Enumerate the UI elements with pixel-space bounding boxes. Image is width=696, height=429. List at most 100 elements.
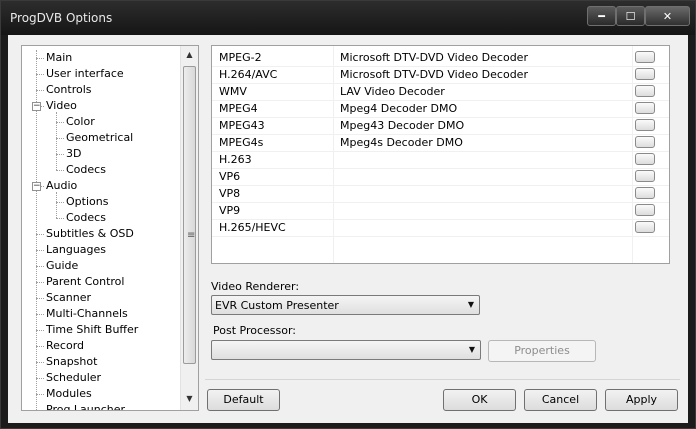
tree-item-record[interactable]: Record [46,338,84,354]
scroll-up-icon[interactable]: ▲ [183,48,196,62]
codec-row[interactable]: MPEG4s Mpeg4s Decoder DMO [212,134,669,152]
codec-settings-button[interactable] [635,170,655,182]
close-icon: ✕ [662,9,673,23]
tree-item-controls[interactable]: Controls [46,82,92,98]
codec-row[interactable]: H.265/HEVC [212,219,669,237]
tree-connector [56,218,64,219]
tree-connector [56,154,64,155]
codec-row[interactable]: VP8 [212,185,669,203]
tree-item-parent-control[interactable]: Parent Control [46,274,124,290]
divider [205,379,680,380]
codec-row[interactable]: H.263 [212,151,669,169]
properties-button[interactable]: Properties [488,340,596,362]
tree-connector [36,282,44,283]
tree-item-modules[interactable]: Modules [46,386,92,402]
scroll-thumb[interactable]: ≡ [183,66,196,364]
options-window: ProgDVB Options ━ ☐ ✕ Main User interface… [0,0,696,429]
codec-name: H.264/AVC [219,68,278,81]
title-bar[interactable]: ProgDVB Options ━ ☐ ✕ [1,1,695,35]
codec-decoder: Mpeg43 Decoder DMO [340,119,465,132]
tree-item-scanner[interactable]: Scanner [46,290,91,306]
video-renderer-combo[interactable]: EVR Custom Presenter ▼ [211,295,480,315]
tree-connector [36,378,44,379]
tree-item-user-interface[interactable]: User interface [46,66,124,82]
tree-item-audio[interactable]: Audio [46,178,77,194]
tree-item-codecs[interactable]: Codecs [66,162,106,178]
codec-row[interactable]: MPEG-2 Microsoft DTV-DVD Video Decoder [212,49,669,67]
tree-connector [36,74,44,75]
codec-settings-button[interactable] [635,119,655,131]
ok-button[interactable]: OK [443,389,516,411]
codec-settings-button[interactable] [635,102,655,114]
tree-item-color[interactable]: Color [66,114,95,130]
codec-row[interactable]: MPEG4 Mpeg4 Decoder DMO [212,100,669,118]
window-title: ProgDVB Options [10,11,113,25]
dialog-body: Main User interface Controls Video − Color Geo… [8,35,688,423]
tree-item-snapshot[interactable]: Snapshot [46,354,97,370]
cancel-button[interactable]: Cancel [524,389,597,411]
tree-connector [36,330,44,331]
maximize-button[interactable]: ☐ [616,6,645,26]
codec-settings-button[interactable] [635,204,655,216]
codec-name: VP9 [219,204,241,217]
codec-settings-button[interactable] [635,85,655,97]
tree-connector [36,298,44,299]
codec-row[interactable]: WMV LAV Video Decoder [212,83,669,101]
scroll-down-icon[interactable]: ▼ [183,392,196,406]
tree-guide [56,192,57,218]
tree-connector [36,58,44,59]
codec-row[interactable]: MPEG43 Mpeg43 Decoder DMO [212,117,669,135]
codec-name: MPEG4 [219,102,258,115]
grip-icon: ≡ [187,230,196,241]
tree-item-subtitles-osd[interactable]: Subtitles & OSD [46,226,134,242]
codec-settings-button[interactable] [635,221,655,233]
codec-settings-button[interactable] [635,68,655,80]
codec-name: MPEG4s [219,136,264,149]
codec-row[interactable]: H.264/AVC Microsoft DTV-DVD Video Decoder [212,66,669,84]
minimize-icon: ━ [598,9,605,23]
codec-settings-button[interactable] [635,51,655,63]
video-renderer-label: Video Renderer: [211,280,300,293]
options-tree[interactable]: Main User interface Controls Video − Color Geo… [21,45,199,411]
codec-settings-button[interactable] [635,187,655,199]
tree-item-3d[interactable]: 3D [66,146,81,162]
tree-connector [36,234,44,235]
tree-connector [36,346,44,347]
tree-item-multi-channels[interactable]: Multi-Channels [46,306,128,322]
codec-name: MPEG43 [219,119,265,132]
tree-item-prog-launcher[interactable]: Prog.Launcher [46,402,125,410]
tree-item-video[interactable]: Video [46,98,77,114]
tree-connector [56,138,64,139]
tree-item-geometrical[interactable]: Geometrical [66,130,133,146]
chevron-down-icon: ▼ [467,300,474,309]
tree-connector [36,362,44,363]
codec-name: H.263 [219,153,252,166]
tree-item-codecs[interactable]: Codecs [66,210,106,226]
codec-settings-button[interactable] [635,153,655,165]
tree-connector [56,122,64,123]
collapse-icon[interactable]: − [32,102,41,111]
tree-scrollbar[interactable]: ▲ ≡ ▼ [180,46,198,410]
close-button[interactable]: ✕ [645,6,690,26]
tree-connector [56,202,64,203]
post-processor-label: Post Processor: [213,324,297,337]
tree-item-guide[interactable]: Guide [46,258,78,274]
tree-connector [36,314,44,315]
post-processor-combo[interactable]: ▼ [211,340,481,360]
video-renderer-value: EVR Custom Presenter [215,299,339,312]
tree-item-languages[interactable]: Languages [46,242,106,258]
codec-row[interactable]: VP6 [212,168,669,186]
tree-item-options[interactable]: Options [66,194,108,210]
tree-item-main[interactable]: Main [46,50,72,66]
codec-settings-button[interactable] [635,136,655,148]
tree-item-time-shift-buffer[interactable]: Time Shift Buffer [46,322,138,338]
collapse-icon[interactable]: − [32,182,41,191]
maximize-icon: ☐ [625,9,636,23]
codec-name: MPEG-2 [219,51,262,64]
apply-button[interactable]: Apply [605,389,678,411]
minimize-button[interactable]: ━ [587,6,616,26]
tree-item-scheduler[interactable]: Scheduler [46,370,101,386]
codec-row[interactable]: VP9 [212,202,669,220]
default-button[interactable]: Default [207,389,280,411]
tree-connector [56,170,64,171]
